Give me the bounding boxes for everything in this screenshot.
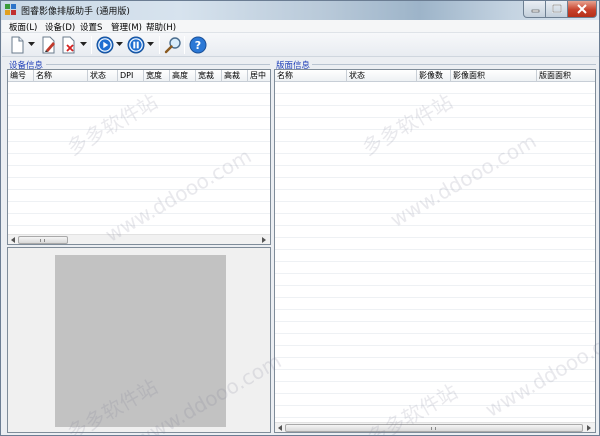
maximize-icon [552, 4, 562, 13]
column-header[interactable]: DPI [118, 70, 144, 82]
help-icon[interactable]: ? [189, 36, 207, 54]
layout-section-divider [312, 64, 596, 65]
column-header[interactable]: 居中 [248, 70, 270, 82]
scrollbar-thumb[interactable] [285, 424, 583, 432]
column-header[interactable]: 高裁 [222, 70, 248, 82]
minimize-icon [531, 9, 540, 13]
column-header[interactable]: 高度 [170, 70, 196, 82]
device-section-divider [46, 64, 270, 65]
horizontal-scrollbar[interactable] [275, 422, 595, 432]
column-header[interactable]: 名称 [275, 70, 347, 82]
toolbar-separator [184, 36, 185, 54]
delete-document-icon[interactable] [60, 36, 78, 54]
help-glyph: ? [195, 39, 201, 52]
close-icon [577, 4, 587, 14]
column-header[interactable]: 编号 [8, 70, 34, 82]
menu-manage[interactable]: 管理(M) [111, 21, 142, 33]
scroll-left-icon[interactable] [10, 237, 16, 243]
app-window: 图睿影像排版助手 (通用版) 板面(L) 设备(D) 设置S 管理(M) 帮助(… [0, 0, 600, 436]
play-icon[interactable] [96, 36, 114, 54]
menu-help[interactable]: 帮助(H) [146, 21, 176, 33]
search-icon[interactable] [164, 36, 182, 54]
new-document-icon[interactable] [8, 36, 26, 54]
device-table-header: 编号 名称 状态 DPI 宽度 高度 宽裁 高裁 居中 [8, 70, 270, 82]
window-title: 图睿影像排版助手 (通用版) [21, 7, 130, 17]
edit-document-icon[interactable] [40, 36, 58, 54]
scroll-left-icon[interactable] [277, 425, 283, 431]
close-button[interactable] [568, 1, 597, 18]
horizontal-scrollbar[interactable] [8, 234, 270, 244]
column-header[interactable]: 状态 [88, 70, 118, 82]
menu-device[interactable]: 设备(D) [45, 21, 75, 33]
toolbar-separator [159, 36, 160, 54]
menu-settings[interactable]: 设置S [80, 21, 102, 33]
pause-icon[interactable] [127, 36, 145, 54]
scrollbar-thumb[interactable] [18, 236, 68, 244]
column-header[interactable]: 宽度 [144, 70, 170, 82]
app-icon [5, 4, 16, 15]
device-table[interactable]: 编号 名称 状态 DPI 宽度 高度 宽裁 高裁 居中 [7, 69, 271, 245]
scroll-right-icon[interactable] [261, 237, 267, 243]
chevron-down-icon[interactable] [147, 42, 154, 47]
chevron-down-icon[interactable] [28, 42, 35, 47]
chevron-down-icon[interactable] [116, 42, 123, 47]
minimize-button[interactable] [523, 1, 546, 18]
column-header[interactable]: 名称 [34, 70, 88, 82]
title-bar[interactable]: 图睿影像排版助手 (通用版) [1, 1, 599, 20]
grip-icon [431, 427, 436, 430]
toolbar-separator [91, 36, 92, 54]
layout-table-body[interactable] [275, 82, 595, 422]
layout-table[interactable]: 名称 状态 影像数 影像面积 版面面积 [274, 69, 596, 433]
column-header[interactable]: 状态 [347, 70, 417, 82]
preview-panel [7, 247, 271, 433]
layout-table-header: 名称 状态 影像数 影像面积 版面面积 [275, 70, 595, 82]
column-header[interactable]: 版面面积 [537, 70, 595, 82]
page-preview [55, 255, 226, 427]
menu-layout[interactable]: 板面(L) [9, 21, 37, 33]
device-table-body[interactable] [8, 82, 270, 234]
chevron-down-icon[interactable] [80, 42, 87, 47]
column-header[interactable]: 影像数 [417, 70, 451, 82]
toolbar: ? [2, 33, 599, 57]
maximize-button[interactable] [546, 1, 568, 18]
scroll-right-icon[interactable] [586, 425, 592, 431]
column-header[interactable]: 影像面积 [451, 70, 537, 82]
grip-icon [40, 239, 45, 242]
menu-bar: 板面(L) 设备(D) 设置S 管理(M) 帮助(H) [2, 20, 599, 33]
column-header[interactable]: 宽裁 [196, 70, 222, 82]
